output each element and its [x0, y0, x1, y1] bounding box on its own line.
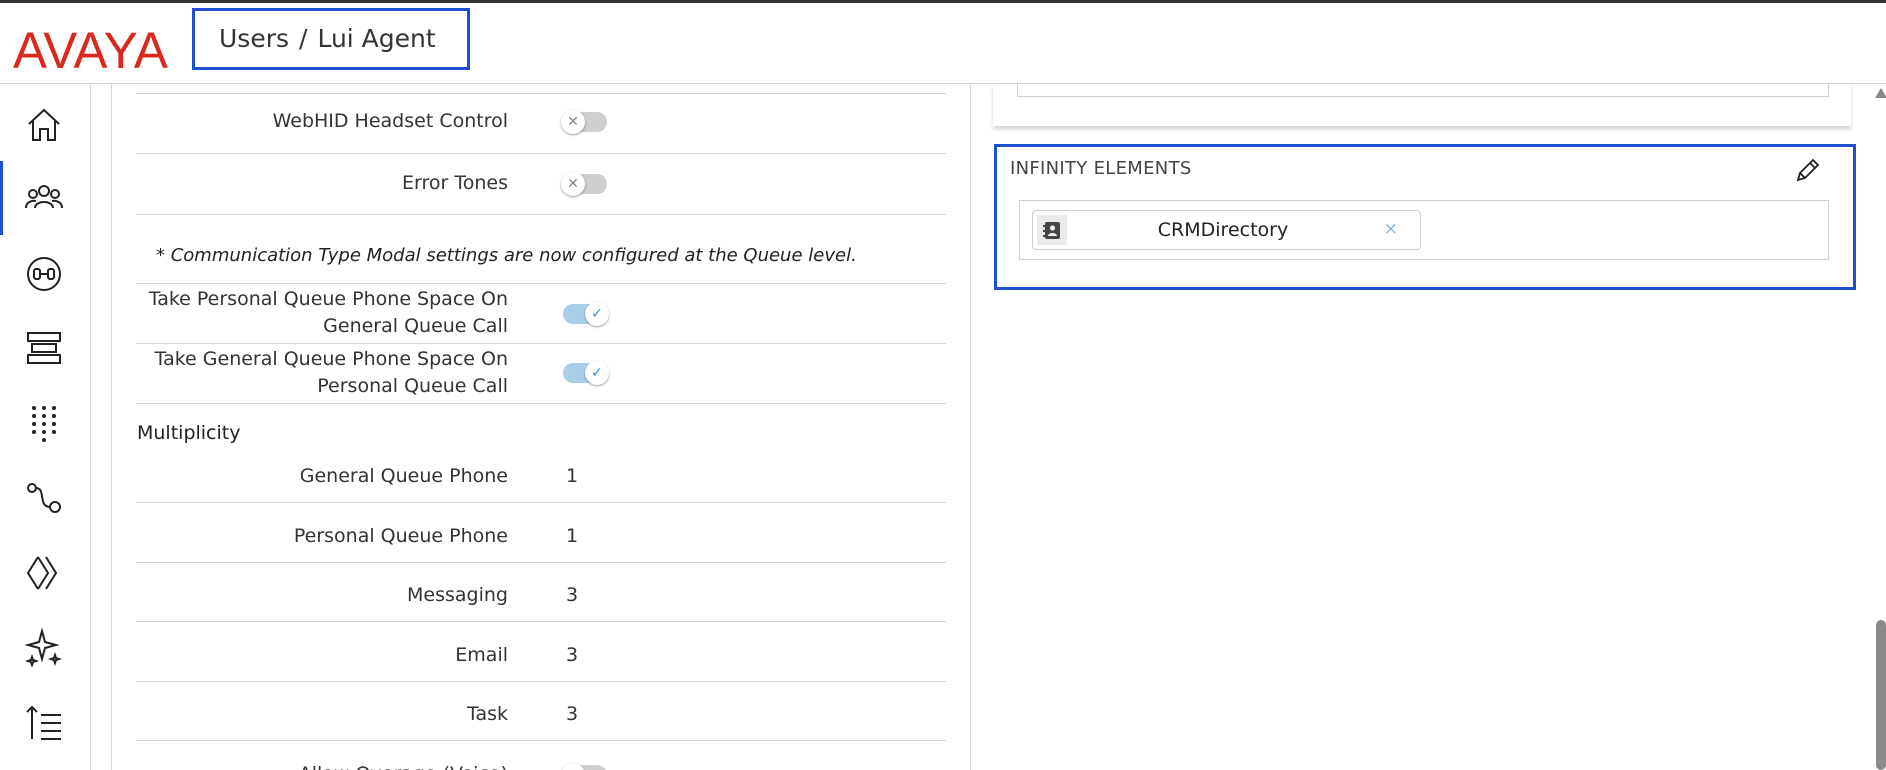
multiplicity-value: 3 — [566, 584, 579, 606]
error-tones-label: Error Tones — [402, 172, 508, 194]
app-header: AVAYA Users / Lui Agent — [0, 3, 1886, 84]
toggle-off-icon: ✕ — [561, 763, 585, 770]
toggle-off-icon: ✕ — [561, 110, 585, 134]
sidebar-item-sort[interactable] — [0, 691, 90, 751]
users-icon — [25, 185, 63, 209]
infinity-elements-title: INFINITY ELEMENTS — [1010, 158, 1192, 179]
allow-overage-toggle[interactable]: ✕ — [561, 763, 607, 770]
chip-label: CRMDirectory — [1157, 219, 1289, 241]
multiplicity-row: Messaging 3 — [136, 563, 946, 622]
settings-row-top — [136, 84, 946, 94]
previous-card-field — [1017, 84, 1829, 97]
sidebar-item-home[interactable] — [0, 93, 90, 153]
multiplicity-label: Task — [466, 703, 508, 725]
multiplicity-row: General Queue Phone 1 — [136, 443, 946, 503]
multiplicity-title: Multiplicity — [137, 422, 241, 444]
sidebar-item-integrations[interactable] — [0, 541, 90, 601]
communication-type-note: * Communication Type Modal settings are … — [156, 245, 857, 266]
multiplicity-row: Personal Queue Phone 1 — [136, 503, 946, 563]
sidebar-item-ai[interactable] — [0, 615, 90, 675]
toggle-on-check-icon: ✓ — [585, 302, 609, 326]
take-general-toggle[interactable]: ✓ — [563, 361, 609, 385]
page-scrollbar[interactable] — [1873, 84, 1886, 770]
multiplicity-value: 1 — [566, 465, 579, 487]
multiplicity-value: 3 — [566, 703, 579, 725]
sort-list-icon — [26, 705, 61, 740]
multiplicity-label: General Queue Phone — [299, 465, 508, 487]
settings-row-webhid: WebHID Headset Control ✕ — [136, 94, 946, 154]
settings-row-note: * Communication Type Modal settings are … — [136, 215, 946, 284]
sidebar-item-queues[interactable] — [0, 316, 90, 376]
toggle-on-check-icon: ✓ — [585, 361, 609, 385]
infinity-elements-list: CRMDirectory × — [1019, 200, 1829, 260]
contact-book-icon — [1043, 222, 1060, 239]
multiplicity-value: 3 — [566, 644, 579, 666]
integrations-icon — [26, 556, 58, 590]
breadcrumb-current: Lui Agent — [317, 24, 436, 53]
settings-row-allow-overage: Allow Overage (Voice) ✕ — [136, 741, 946, 770]
take-personal-toggle[interactable]: ✓ — [563, 302, 609, 326]
avaya-logo: AVAYA — [13, 22, 168, 79]
user-settings-panel: WebHID Headset Control ✕ Error Tones ✕ *… — [111, 84, 971, 770]
previous-card — [993, 84, 1851, 126]
sidebar-nav — [0, 84, 91, 770]
route-icon — [27, 483, 61, 513]
breadcrumb: Users / Lui Agent — [192, 8, 470, 70]
multiplicity-label: Messaging — [407, 584, 508, 606]
breadcrumb-users-link[interactable]: Users — [219, 24, 289, 53]
multiplicity-value: 1 — [566, 525, 579, 547]
settings-row-error-tones: Error Tones ✕ — [136, 154, 946, 215]
sidebar-item-dialpad[interactable] — [0, 390, 90, 450]
edit-infinity-elements-button[interactable] — [1793, 155, 1823, 185]
queue-stack-icon — [27, 332, 61, 364]
home-icon — [28, 108, 60, 141]
error-tones-toggle[interactable]: ✕ — [561, 172, 607, 196]
sidebar-item-agents[interactable] — [0, 242, 90, 302]
sidebar-item-users[interactable] — [0, 161, 90, 235]
headset-icon — [27, 257, 61, 291]
chip-icon-container — [1037, 215, 1067, 245]
webhid-toggle[interactable]: ✕ — [561, 110, 607, 134]
toggle-off-icon: ✕ — [561, 172, 585, 196]
multiplicity-label: Personal Queue Phone — [293, 525, 508, 547]
sidebar-item-routing[interactable] — [0, 466, 90, 526]
webhid-label: WebHID Headset Control — [272, 110, 508, 132]
infinity-elements-card: INFINITY ELEMENTS CRMDirectory × — [994, 144, 1856, 290]
multiplicity-row: Task 3 — [136, 682, 946, 741]
breadcrumb-separator: / — [299, 24, 308, 53]
scroll-thumb[interactable] — [1876, 620, 1886, 770]
take-personal-label: Take Personal Queue Phone Space On Gener… — [148, 288, 508, 337]
dialpad-icon — [32, 406, 56, 442]
settings-row-take-general: Take General Queue Phone Space On Person… — [136, 344, 946, 404]
allow-overage-label: Allow Overage (Voice) — [112, 761, 508, 770]
multiplicity-row: Email 3 — [136, 622, 946, 682]
pencil-icon — [1796, 158, 1820, 182]
infinity-element-chip[interactable]: CRMDirectory × — [1032, 210, 1421, 250]
multiplicity-label: Email — [455, 644, 508, 666]
chip-remove-icon[interactable]: × — [1384, 219, 1398, 239]
sparkles-icon — [24, 627, 63, 667]
take-general-label: Take General Queue Phone Space On Person… — [154, 348, 508, 397]
settings-row-take-personal: Take Personal Queue Phone Space On Gener… — [136, 284, 946, 344]
scroll-up-arrow-icon[interactable] — [1875, 88, 1886, 98]
